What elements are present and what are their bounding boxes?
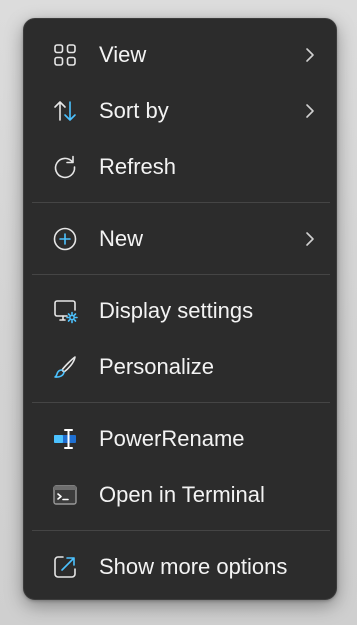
refresh-icon bbox=[52, 154, 78, 180]
chevron-right-icon bbox=[300, 229, 320, 249]
menu-item-new[interactable]: New bbox=[32, 214, 328, 264]
menu-item-refresh[interactable]: Refresh bbox=[32, 142, 328, 192]
menu-item-open-in-terminal[interactable]: Open in Terminal bbox=[32, 470, 328, 520]
menu-item-label: Show more options bbox=[99, 554, 288, 579]
powerrename-icon bbox=[52, 426, 78, 452]
sort-arrows-icon bbox=[52, 98, 78, 124]
grid-view-icon bbox=[52, 42, 78, 68]
menu-item-label: View bbox=[99, 42, 147, 67]
menu-separator bbox=[32, 530, 330, 531]
terminal-icon bbox=[52, 482, 78, 508]
menu-separator bbox=[32, 202, 330, 203]
menu-item-label: New bbox=[99, 226, 144, 251]
menu-item-show-more-options[interactable]: Show more options bbox=[32, 542, 328, 592]
menu-item-label: Personalize bbox=[99, 354, 214, 379]
menu-item-powerrename[interactable]: PowerRename bbox=[32, 414, 328, 464]
menu-item-label: Display settings bbox=[99, 298, 254, 323]
menu-item-label: Refresh bbox=[99, 154, 177, 179]
menu-item-label: PowerRename bbox=[99, 426, 245, 451]
chevron-right-icon bbox=[300, 101, 320, 121]
menu-separator bbox=[32, 274, 330, 275]
plus-circle-icon bbox=[52, 226, 78, 252]
menu-item-view[interactable]: View bbox=[32, 30, 328, 80]
share-external-icon bbox=[52, 554, 78, 580]
menu-item-display-settings[interactable]: Display settings bbox=[32, 286, 328, 336]
menu-item-personalize[interactable]: Personalize bbox=[32, 342, 328, 392]
menu-separator bbox=[32, 402, 330, 403]
menu-item-sort-by[interactable]: Sort by bbox=[32, 86, 328, 136]
display-settings-icon bbox=[52, 298, 78, 324]
menu-item-label: Sort by bbox=[99, 98, 169, 123]
menu-item-label: Open in Terminal bbox=[99, 482, 265, 507]
paintbrush-icon bbox=[52, 354, 78, 380]
context-menu: View Sort by Refresh New Display setting… bbox=[23, 18, 337, 600]
chevron-right-icon bbox=[300, 45, 320, 65]
